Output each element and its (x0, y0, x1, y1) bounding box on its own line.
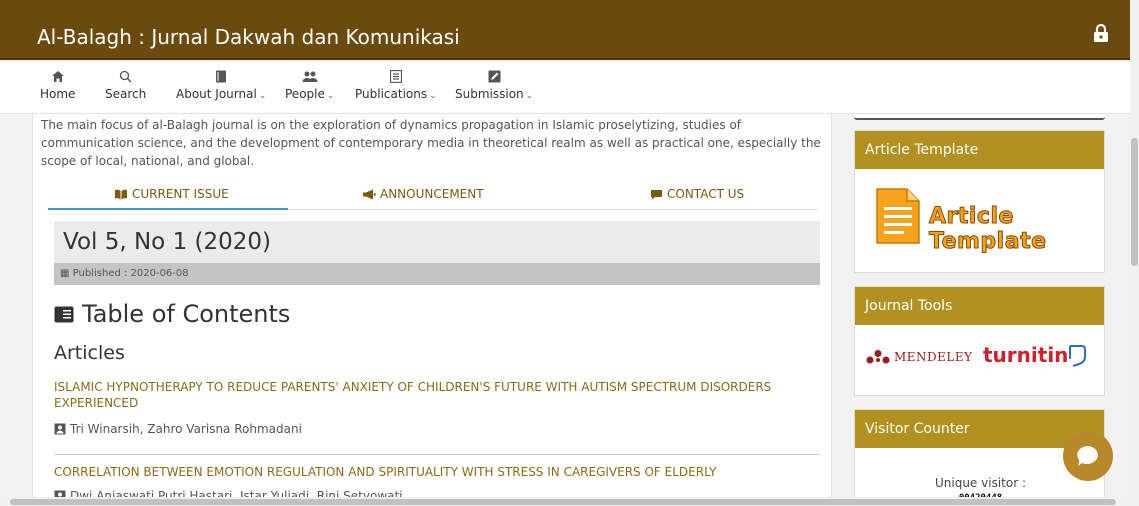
article-title[interactable]: ISLAMIC HYPNOTHERAPY TO REDUCE PARENTS' … (54, 379, 784, 411)
sidebar-previous-widget (854, 114, 1105, 120)
tab-active-indicator (48, 208, 288, 210)
site-header: Al-Balagh : Jurnal Dakwah dan Komunikasi (0, 0, 1130, 60)
turnitin-logo[interactable]: turnitin (983, 343, 1068, 367)
nav-home[interactable]: Home (40, 70, 75, 101)
published-date-bar: ▦ Published : 2020-06-08 (54, 263, 820, 285)
people-icon (302, 71, 318, 82)
nav-submission-label: Submission (455, 87, 524, 101)
home-icon (51, 71, 64, 82)
chevron-down-icon: ⌄ (326, 91, 335, 101)
toc-heading: Table of Contents (54, 300, 290, 328)
published-date: Published : 2020-06-08 (72, 268, 189, 279)
main-content: The main focus of al-Balagh journal is o… (32, 114, 832, 506)
article-template-logo-text[interactable]: Article Template (929, 204, 1104, 255)
unique-visitor-label: Unique visitor : (934, 476, 1026, 490)
site-title[interactable]: Al-Balagh : Jurnal Dakwah dan Komunikasi (37, 25, 460, 49)
nav-search[interactable]: Search (105, 70, 146, 101)
widget-heading: Journal Tools (855, 287, 1104, 325)
edit-icon (488, 70, 501, 83)
chevron-down-icon: ⌄ (258, 91, 267, 101)
widget-heading: Article Template (855, 131, 1104, 169)
tab-contact-us-label: CONTACT US (667, 187, 745, 201)
mendeley-label: MENDELEY (894, 350, 973, 364)
tab-bar: CURRENT ISSUE ANNOUNCEMENT CONTACT US (48, 180, 818, 210)
tab-announcement[interactable]: ANNOUNCEMENT (362, 180, 484, 208)
nav-people-label: People (285, 87, 325, 101)
tab-current-issue[interactable]: CURRENT ISSUE (114, 180, 229, 208)
chevron-down-icon: ⌄ (525, 91, 534, 101)
toc-heading-text: Table of Contents (82, 300, 291, 328)
open-book-icon (115, 189, 127, 199)
issue-title: Vol 5, No 1 (2020) (63, 229, 271, 255)
tab-current-issue-label: CURRENT ISSUE (132, 187, 229, 201)
nav-home-label: Home (40, 87, 76, 101)
nav-publications-label: Publications (355, 87, 428, 101)
journal-tools-widget: Journal Tools MENDELEY turnitin (854, 286, 1105, 396)
article-authors-text: Tri Winarsih, Zahro Varisna Rohmadani (70, 422, 302, 436)
comment-icon (651, 189, 662, 199)
main-navigation: Home Search About Journal ⌄ People ⌄ Publi… (0, 62, 1130, 114)
mendeley-logo[interactable]: MENDELEY (865, 349, 973, 365)
horizontal-scrollbar-thumb[interactable] (10, 499, 1116, 505)
book-icon (216, 70, 227, 83)
mendeley-icon (866, 350, 890, 364)
document-icon[interactable] (875, 187, 921, 245)
turnitin-icon (1069, 345, 1086, 367)
nav-people[interactable]: People ⌄ (285, 70, 334, 101)
lock-icon[interactable] (1093, 24, 1109, 42)
nav-about-journal[interactable]: About Journal ⌄ (176, 70, 266, 101)
chat-icon (1077, 446, 1098, 466)
vertical-scrollbar-thumb[interactable] (1131, 138, 1138, 266)
chat-button[interactable] (1063, 431, 1113, 481)
nav-publications[interactable]: Publications ⌄ (355, 70, 437, 101)
search-icon (119, 70, 132, 83)
article-divider (54, 454, 820, 455)
article-template-widget: Article Template Article Template (854, 130, 1105, 273)
newspaper-icon (54, 306, 74, 322)
tab-announcement-label: ANNOUNCEMENT (380, 187, 484, 201)
nav-submission[interactable]: Submission ⌄ (455, 70, 533, 101)
calendar-icon: ▦ (60, 268, 70, 279)
journal-description: The main focus of al-Balagh journal is o… (41, 118, 821, 168)
bullhorn-icon (363, 189, 376, 199)
nav-search-label: Search (105, 87, 147, 101)
users-icon (54, 423, 66, 435)
article-title[interactable]: CORRELATION BETWEEN EMOTION REGULATION A… (54, 464, 784, 480)
issue-header: Vol 5, No 1 (2020) (54, 221, 820, 263)
chevron-down-icon: ⌄ (429, 91, 437, 101)
section-heading: Articles (54, 342, 125, 364)
list-icon (389, 70, 402, 83)
article-authors: Tri Winarsih, Zahro Varisna Rohmadani (54, 422, 302, 436)
nav-about-journal-label: About Journal (176, 87, 257, 101)
tab-contact-us[interactable]: CONTACT US (650, 180, 744, 208)
